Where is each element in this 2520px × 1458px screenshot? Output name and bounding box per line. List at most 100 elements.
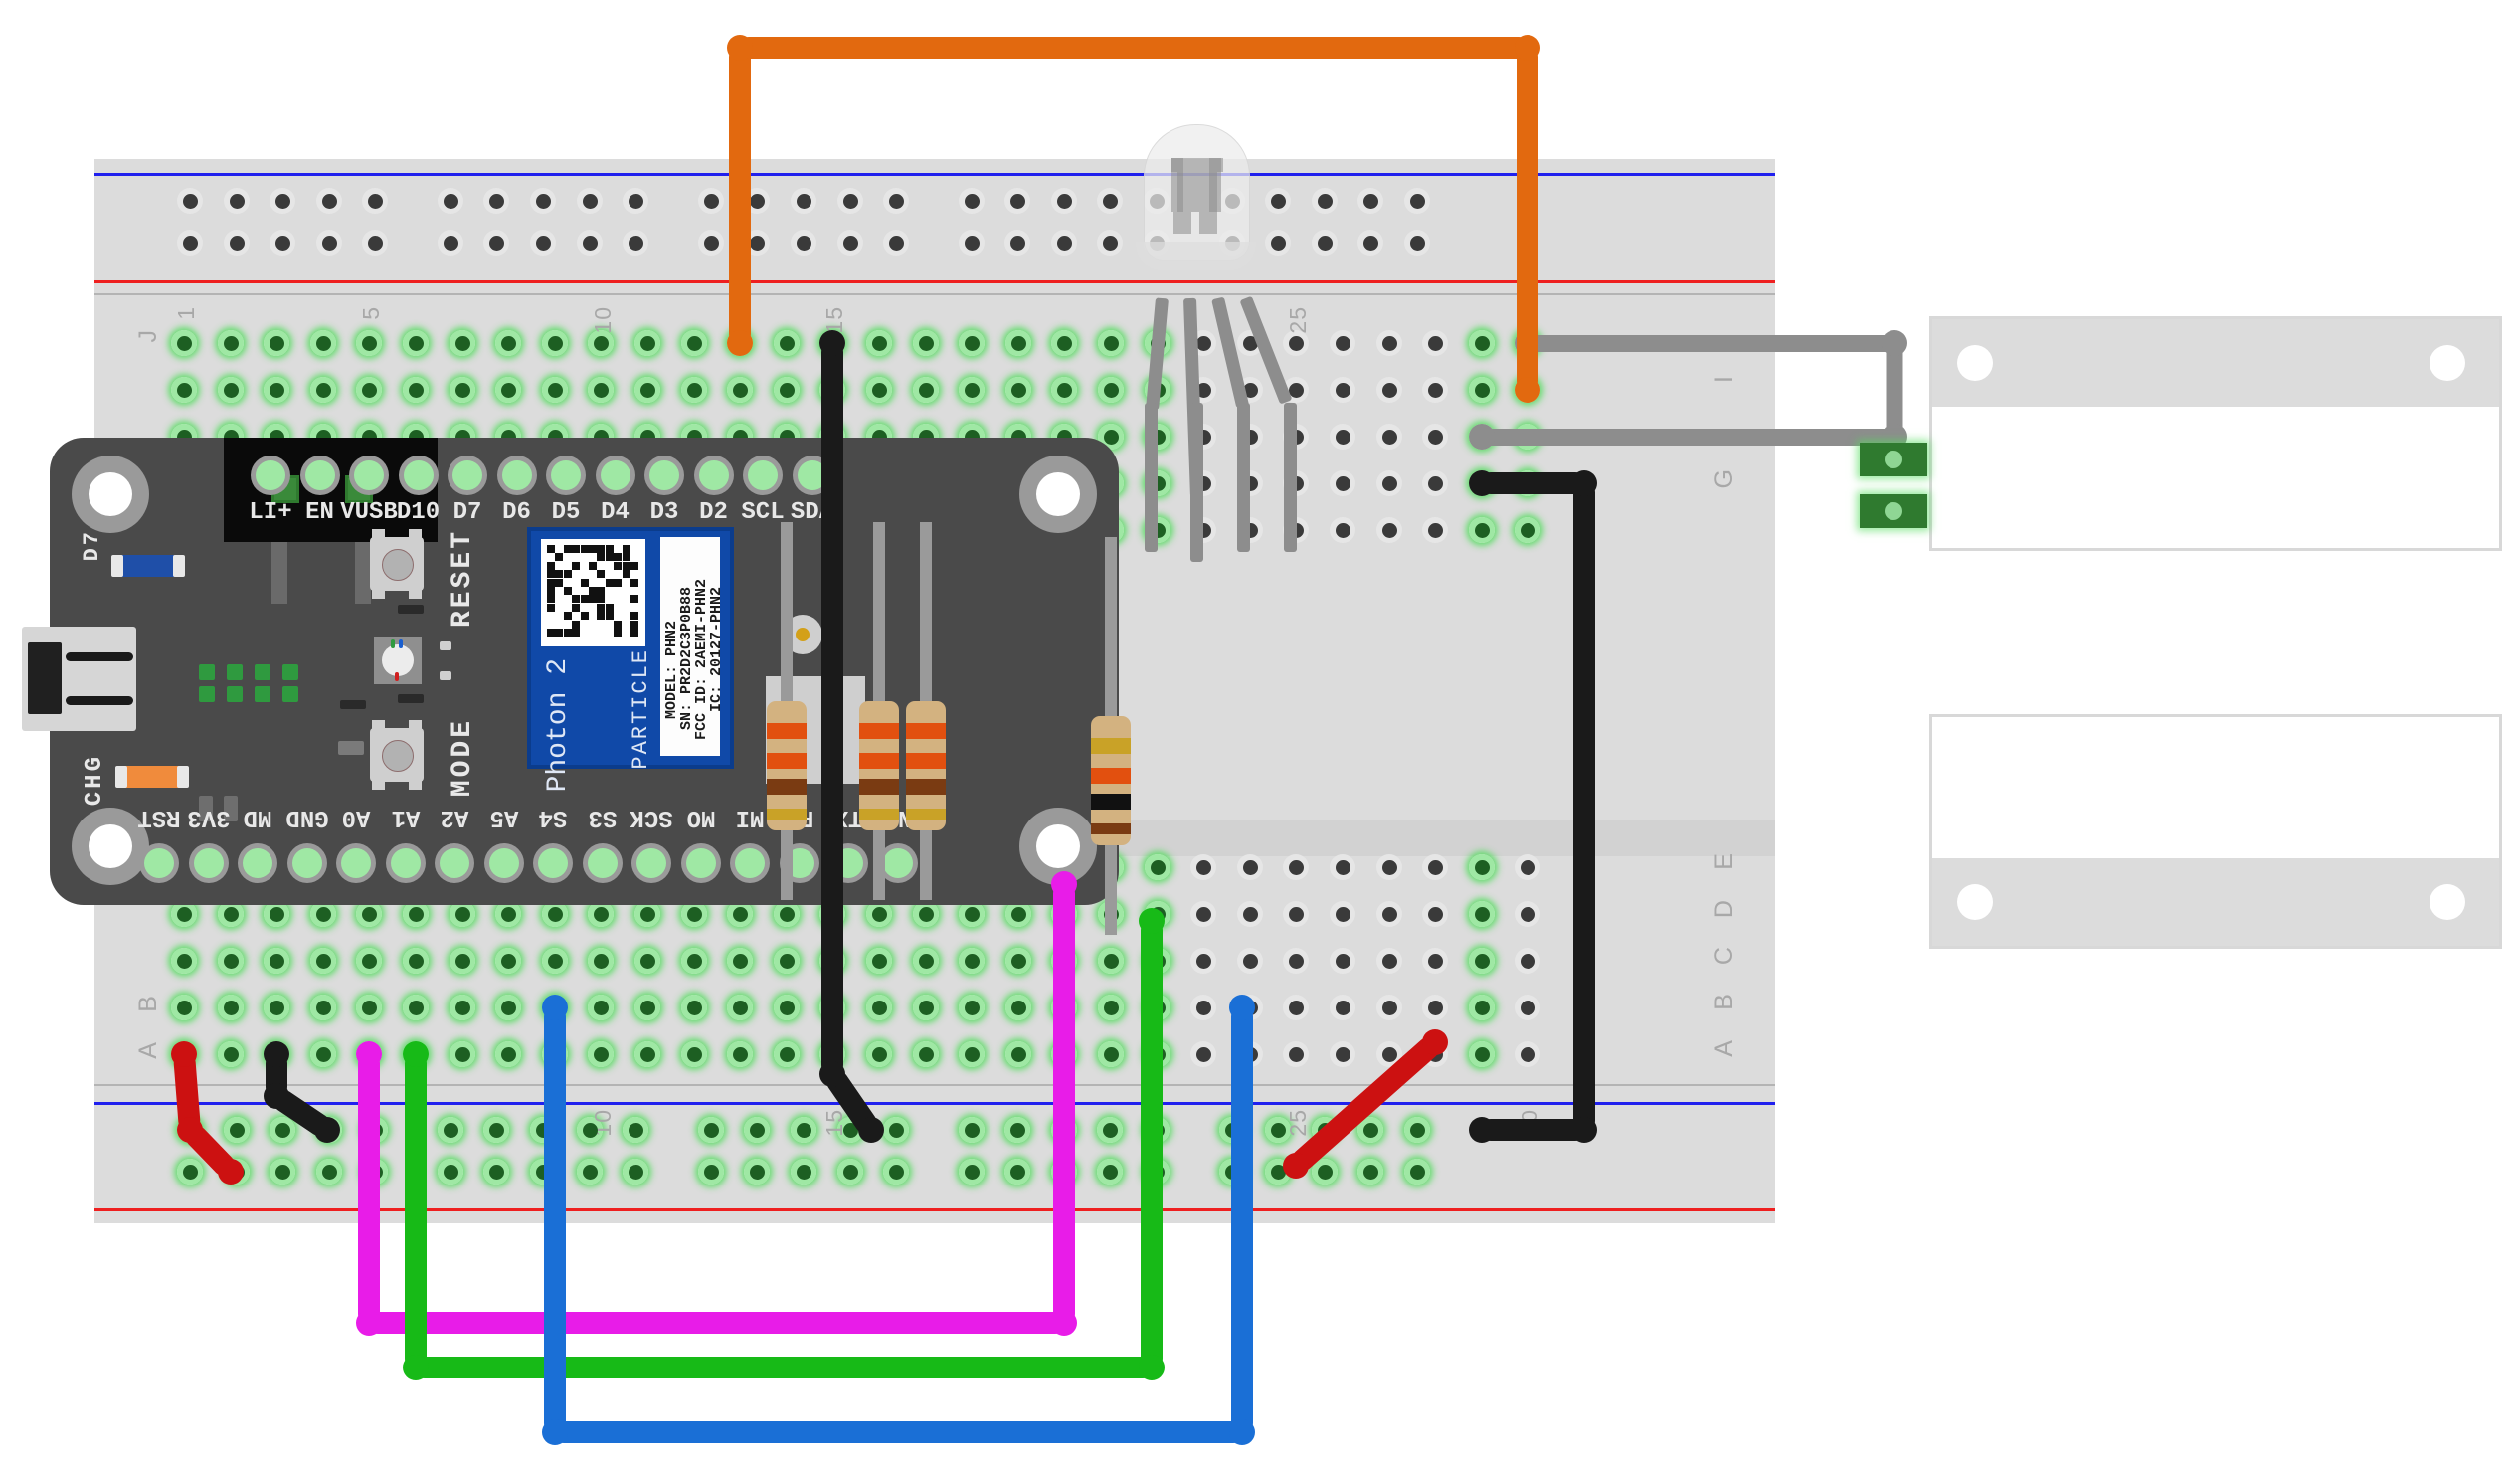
resistor-green-channel[interactable] [857, 522, 901, 900]
rail-hole-bottom-pos[interactable] [744, 1159, 771, 1185]
hole-I1[interactable] [171, 377, 197, 403]
hole-C2[interactable] [217, 948, 244, 974]
hole-J27[interactable] [1375, 330, 1402, 356]
resistor-blue-channel[interactable] [904, 522, 948, 900]
rail-hole-top-neg[interactable] [270, 188, 296, 214]
hole-B17[interactable] [912, 995, 939, 1020]
hole-E29[interactable] [1468, 854, 1495, 880]
hole-J4[interactable] [309, 330, 336, 356]
rail-hole-top-pos[interactable] [223, 230, 250, 256]
hole-J26[interactable] [1330, 330, 1355, 356]
hole-A19[interactable] [1004, 1041, 1031, 1067]
rail-hole-top-pos[interactable] [530, 230, 557, 256]
hole-E28[interactable] [1422, 854, 1449, 880]
hole-J7[interactable] [449, 330, 475, 356]
rail-hole-bottom-pos[interactable] [1097, 1159, 1124, 1185]
hole-J25[interactable] [1283, 330, 1310, 356]
rail-hole-bottom-pos[interactable] [1004, 1159, 1031, 1185]
hole-A8[interactable] [495, 1041, 522, 1067]
hole-B19[interactable] [1004, 995, 1031, 1020]
hole-B11[interactable] [634, 995, 660, 1020]
hole-A26[interactable] [1330, 1041, 1355, 1067]
rail-hole-bottom-pos[interactable] [697, 1159, 724, 1185]
hole-C10[interactable] [588, 948, 615, 974]
module-header-pin-top[interactable] [1860, 443, 1927, 476]
hole-H26[interactable] [1330, 424, 1355, 450]
rail-hole-top-neg[interactable] [958, 188, 985, 214]
hole-E27[interactable] [1375, 854, 1402, 880]
hole-I10[interactable] [588, 377, 615, 403]
hole-B5[interactable] [356, 995, 383, 1020]
photon-pin-scl[interactable] [743, 456, 783, 495]
photon-pin-en[interactable] [299, 456, 340, 495]
hole-J21[interactable] [1098, 330, 1124, 356]
wire-blue-signal[interactable] [543, 1007, 566, 1432]
rail-hole-bottom-neg[interactable] [623, 1117, 649, 1143]
hole-D27[interactable] [1375, 901, 1402, 927]
rail-hole-top-pos[interactable] [437, 230, 463, 256]
hole-I4[interactable] [309, 377, 336, 403]
hole-C7[interactable] [449, 948, 475, 974]
hole-J29[interactable] [1468, 330, 1495, 356]
photon-pin-3v3[interactable] [188, 843, 229, 883]
hole-I7[interactable] [449, 377, 475, 403]
hole-J10[interactable] [588, 330, 615, 356]
hole-A21[interactable] [1098, 1041, 1124, 1067]
hole-C19[interactable] [1004, 948, 1031, 974]
hole-I16[interactable] [866, 377, 892, 403]
hole-G28[interactable] [1422, 470, 1449, 496]
rail-hole-bottom-pos[interactable] [576, 1159, 603, 1185]
hole-B29[interactable] [1468, 995, 1495, 1020]
wire-black-ground-right[interactable] [1481, 472, 1584, 494]
hole-C11[interactable] [634, 948, 660, 974]
hole-A16[interactable] [866, 1041, 892, 1067]
photon-pin-gnd[interactable] [286, 843, 327, 883]
hole-E22[interactable] [1144, 854, 1170, 880]
rail-hole-bottom-pos[interactable] [623, 1159, 649, 1185]
rail-hole-bottom-neg[interactable] [697, 1117, 724, 1143]
hole-E25[interactable] [1283, 854, 1310, 880]
rail-hole-bottom-pos[interactable] [1357, 1159, 1384, 1185]
hole-C6[interactable] [403, 948, 429, 974]
rail-hole-bottom-neg[interactable] [1004, 1117, 1031, 1143]
rail-hole-bottom-pos[interactable] [437, 1159, 463, 1185]
rail-hole-top-neg[interactable] [883, 188, 910, 214]
hole-B21[interactable] [1098, 995, 1124, 1020]
photon-pin-sck[interactable] [631, 843, 671, 883]
hole-C17[interactable] [912, 948, 939, 974]
hole-I5[interactable] [356, 377, 383, 403]
photon-pin-mo[interactable] [680, 843, 721, 883]
photon-pin-vusb[interactable] [349, 456, 389, 495]
rail-hole-top-pos[interactable] [958, 230, 985, 256]
hole-D28[interactable] [1422, 901, 1449, 927]
hole-J6[interactable] [403, 330, 429, 356]
photon-pin-s3[interactable] [582, 843, 623, 883]
hole-I13[interactable] [727, 377, 754, 403]
usb-connector[interactable] [22, 627, 136, 731]
hole-I26[interactable] [1330, 377, 1355, 403]
hole-B6[interactable] [403, 995, 429, 1020]
hole-A10[interactable] [588, 1041, 615, 1067]
hole-C5[interactable] [356, 948, 383, 974]
rgb-led[interactable] [1136, 124, 1256, 308]
wire-black-led-cathode[interactable] [821, 343, 844, 1074]
hole-I21[interactable] [1098, 377, 1124, 403]
rail-hole-bottom-pos[interactable] [883, 1159, 910, 1185]
rail-hole-top-neg[interactable] [315, 188, 342, 214]
hole-B7[interactable] [449, 995, 475, 1020]
photon-pin-d2[interactable] [693, 456, 734, 495]
hole-I19[interactable] [1004, 377, 1031, 403]
rail-hole-bottom-neg[interactable] [437, 1117, 463, 1143]
hole-I11[interactable] [634, 377, 660, 403]
rail-hole-top-neg[interactable] [1265, 188, 1292, 214]
hole-C13[interactable] [727, 948, 754, 974]
hole-E26[interactable] [1330, 854, 1355, 880]
hole-C26[interactable] [1330, 948, 1355, 974]
hole-A12[interactable] [680, 1041, 707, 1067]
hole-C16[interactable] [866, 948, 892, 974]
hole-I20[interactable] [1051, 377, 1078, 403]
hole-I3[interactable] [264, 377, 290, 403]
hole-B27[interactable] [1375, 995, 1402, 1020]
mode-button[interactable] [370, 720, 424, 790]
hole-C18[interactable] [959, 948, 986, 974]
